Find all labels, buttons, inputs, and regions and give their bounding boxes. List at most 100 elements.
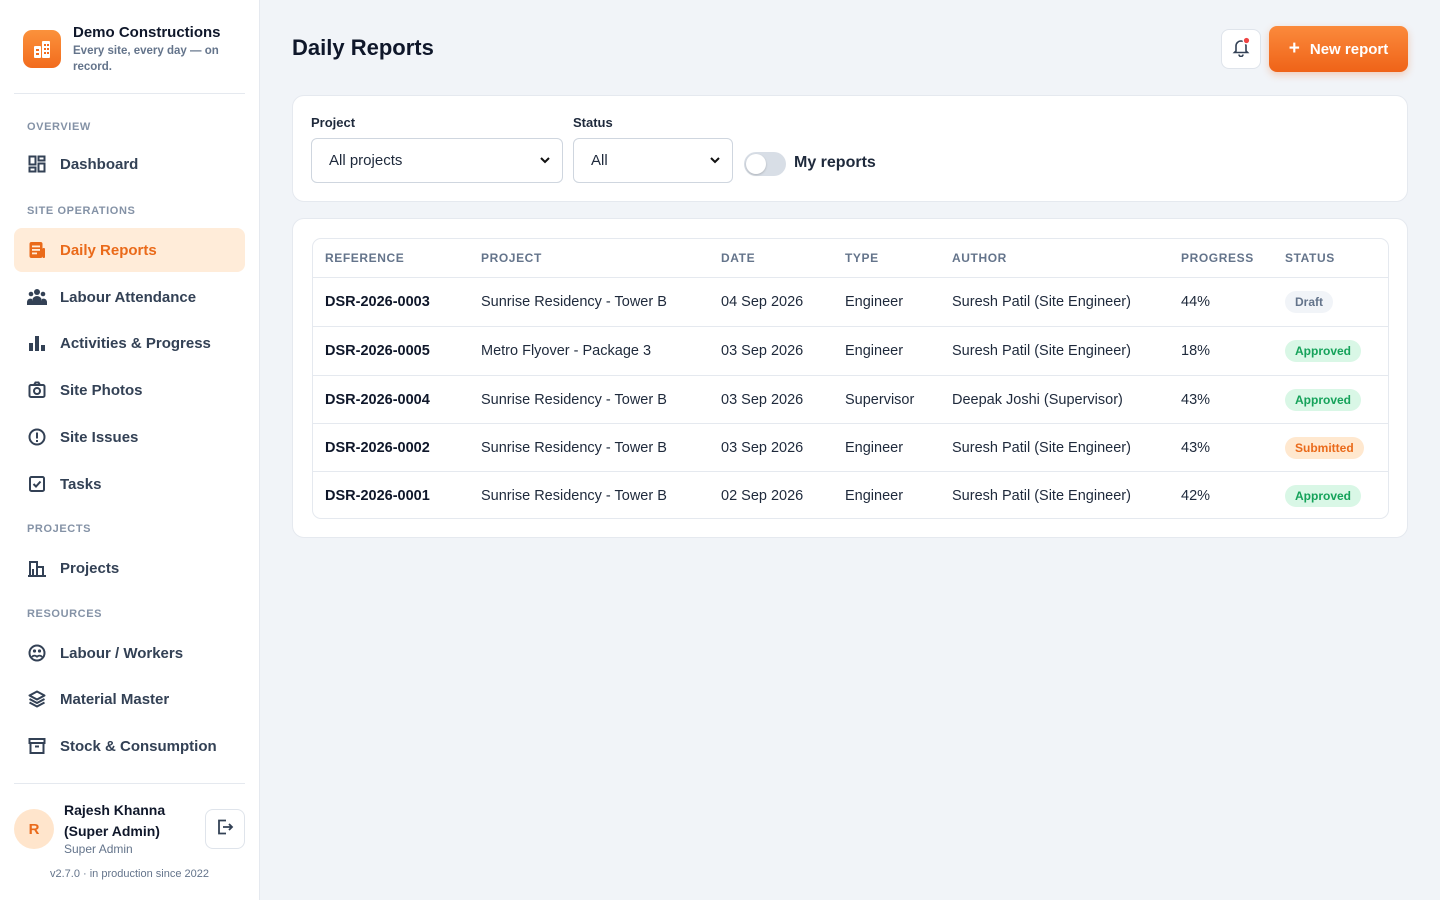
bell-icon	[1231, 36, 1251, 62]
brand-tagline: Every site, every day — on record.	[73, 45, 219, 73]
checkbox-icon	[27, 474, 47, 494]
sidebar-item-label: Material Master	[60, 690, 170, 708]
cell-progress: 42%	[1181, 488, 1211, 504]
column-header-reference[interactable]: REFERENCE	[325, 239, 404, 277]
sidebar-item-labour-attendance[interactable]: Labour Attendance	[14, 275, 245, 319]
cell-reference: DSR-2026-0001	[325, 488, 430, 504]
sidebar-item-tasks[interactable]: Tasks	[14, 462, 245, 506]
cell-reference: DSR-2026-0005	[325, 343, 430, 359]
building-icon	[27, 558, 47, 578]
sidebar-item-label: Labour Attendance	[60, 288, 197, 306]
table-row[interactable]: DSR-2026-0003 Sunrise Residency - Tower …	[313, 278, 1388, 327]
sidebar-item-label: Site Issues	[60, 428, 139, 446]
cell-date: 03 Sep 2026	[721, 343, 804, 359]
cell-type: Supervisor	[845, 391, 915, 408]
table-row[interactable]: DSR-2026-0005 Metro Flyover - Package 3 …	[313, 327, 1388, 376]
column-header-project[interactable]: PROJECT	[481, 239, 542, 277]
sidebar-item-site-issues[interactable]: Site Issues	[14, 415, 245, 459]
cell-type: Engineer	[845, 488, 904, 504]
sidebar-item-label: Site Photos	[60, 381, 143, 399]
reports-table-card: REFERENCE PROJECT DATE TYPE AUTHOR PROGR…	[292, 218, 1408, 538]
sidebar-item-label: Stock & Consumption	[60, 737, 217, 755]
version-text: v2.7.0 · in production since 2022	[50, 868, 209, 880]
section-label-site-operations: SITE OPERATIONS	[27, 205, 136, 217]
sidebar-item-label: Projects	[60, 559, 120, 577]
chevron-down-icon	[540, 157, 550, 164]
reports-table: REFERENCE PROJECT DATE TYPE AUTHOR PROGR…	[312, 238, 1389, 519]
cell-author: Suresh Patil (Site Engineer)	[952, 439, 1131, 456]
camera-icon	[27, 380, 47, 400]
column-header-status[interactable]: STATUS	[1285, 239, 1335, 277]
notifications-button[interactable]	[1221, 29, 1261, 69]
brand: Demo Constructions Every site, every day…	[14, 14, 245, 94]
sidebar-item-daily-reports[interactable]: Daily Reports	[14, 228, 245, 272]
sidebar-item-stock-consumption[interactable]: Stock & Consumption	[14, 724, 245, 768]
cell-author: Suresh Patil (Site Engineer)	[952, 294, 1131, 310]
status-select-value: All	[591, 152, 608, 169]
filters-card: Project All projects Status All My repor…	[292, 95, 1408, 202]
status-badge: Draft	[1285, 291, 1334, 313]
new-report-button[interactable]: + New report	[1269, 26, 1408, 72]
sidebar: Demo Constructions Every site, every day…	[0, 0, 260, 900]
cell-date: 02 Sep 2026	[721, 488, 804, 504]
cell-reference: DSR-2026-0003	[325, 294, 430, 310]
table-row[interactable]: DSR-2026-0001 Sunrise Residency - Tower …	[313, 472, 1388, 518]
page-title: Daily Reports	[292, 35, 434, 60]
project-select-value: All projects	[329, 152, 403, 169]
column-header-progress[interactable]: PROGRESS	[1181, 239, 1254, 277]
archive-icon	[27, 736, 47, 756]
plus-icon: +	[1288, 38, 1300, 59]
project-select[interactable]: All projects	[311, 138, 563, 183]
sidebar-item-activities-progress[interactable]: Activities & Progress	[14, 321, 245, 365]
column-header-type[interactable]: TYPE	[845, 239, 879, 277]
table-header-row: REFERENCE PROJECT DATE TYPE AUTHOR PROGR…	[313, 239, 1388, 278]
my-reports-toggle[interactable]	[744, 152, 786, 176]
sidebar-item-label: Daily Reports	[60, 241, 157, 259]
cell-progress: 43%	[1181, 439, 1211, 456]
table-row[interactable]: DSR-2026-0002 Sunrise Residency - Tower …	[313, 424, 1388, 472]
status-select[interactable]: All	[573, 138, 733, 183]
workers-icon	[27, 643, 47, 663]
report-icon	[27, 240, 47, 260]
sidebar-item-projects[interactable]: Projects	[14, 546, 245, 590]
toggle-knob	[746, 154, 766, 174]
cell-author: Deepak Joshi (Supervisor)	[952, 391, 1123, 408]
user-panel: R Rajesh Khanna (Super Admin) Super Admi…	[14, 783, 245, 900]
layers-icon	[27, 689, 47, 709]
logout-button[interactable]	[205, 809, 245, 849]
cell-date: 03 Sep 2026	[721, 439, 804, 456]
table-row[interactable]: DSR-2026-0004 Sunrise Residency - Tower …	[313, 376, 1388, 424]
sidebar-item-site-photos[interactable]: Site Photos	[14, 368, 245, 412]
sidebar-item-dashboard[interactable]: Dashboard	[14, 142, 245, 186]
my-reports-label: My reports	[794, 154, 876, 171]
cell-reference: DSR-2026-0004	[325, 391, 430, 408]
section-label-overview: OVERVIEW	[27, 121, 91, 133]
sidebar-item-label: Dashboard	[60, 155, 139, 173]
column-header-author[interactable]: AUTHOR	[952, 239, 1007, 277]
bar-chart-icon	[27, 333, 47, 353]
alert-circle-icon	[27, 427, 47, 447]
status-badge: Approved	[1285, 388, 1362, 411]
cell-progress: 18%	[1181, 343, 1211, 359]
section-label-projects: PROJECTS	[27, 523, 92, 535]
section-label-resources: RESOURCES	[27, 608, 103, 620]
people-icon	[27, 287, 47, 307]
sidebar-item-labour-workers[interactable]: Labour / Workers	[14, 631, 245, 675]
new-report-label: New report	[1309, 40, 1389, 58]
cell-reference: DSR-2026-0002	[325, 439, 430, 456]
cell-type: Engineer	[845, 439, 904, 456]
column-header-date[interactable]: DATE	[721, 239, 755, 277]
sidebar-item-label: Activities & Progress	[60, 334, 211, 352]
sidebar-item-material-master[interactable]: Material Master	[14, 677, 245, 721]
cell-progress: 44%	[1181, 294, 1211, 310]
cell-type: Engineer	[845, 294, 904, 310]
cell-date: 03 Sep 2026	[721, 391, 804, 408]
cell-project: Sunrise Residency - Tower B	[481, 294, 667, 310]
cell-author: Suresh Patil (Site Engineer)	[952, 488, 1131, 504]
avatar[interactable]: R	[14, 809, 54, 849]
sidebar-item-label: Labour / Workers	[60, 644, 184, 662]
status-badge: Approved	[1285, 340, 1362, 362]
cell-project: Metro Flyover - Package 3	[481, 343, 652, 359]
user-name: Rajesh Khanna (Super Admin)	[64, 802, 166, 839]
project-filter-label: Project	[311, 115, 356, 130]
